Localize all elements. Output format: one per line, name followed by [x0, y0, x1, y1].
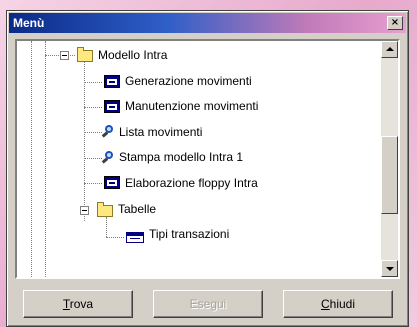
title-bar[interactable]: Menù ×	[9, 13, 406, 33]
tree-item-generazione-movimenti[interactable]: Generazione movimenti	[125, 74, 252, 88]
tree-content: Modello Intra Generazione movimenti Manu…	[17, 41, 381, 277]
arrow-down-icon	[386, 267, 394, 271]
esegui-label: Esegui	[189, 297, 227, 311]
tree-guide-line	[84, 61, 85, 221]
window-title: Menù	[13, 16, 45, 30]
tree-branch-line	[84, 183, 102, 184]
program-icon	[104, 100, 120, 113]
scroll-up-button[interactable]	[381, 41, 398, 58]
tree-guide-line	[106, 217, 107, 237]
chiudi-button[interactable]: Chiudi	[283, 290, 393, 318]
tree-guide-line	[45, 41, 46, 277]
chiudi-label: hiudi	[329, 297, 356, 311]
program-icon	[104, 176, 120, 189]
tree-item-tabelle[interactable]: Tabelle	[118, 202, 156, 216]
collapse-toggle-tabelle[interactable]	[80, 206, 89, 215]
tree-item-manutenzione-movimenti[interactable]: Manutenzione movimenti	[125, 99, 258, 113]
tree-item-stampa-modello-intra-1[interactable]: Stampa modello Intra 1	[119, 150, 243, 164]
trova-label: rova	[69, 297, 94, 311]
esegui-button[interactable]: Esegui	[153, 290, 263, 318]
tree-item-modello-intra[interactable]: Modello Intra	[98, 48, 167, 62]
trova-button[interactable]: Trova	[23, 290, 133, 318]
tree-item-elaborazione-floppy-intra[interactable]: Elaborazione floppy Intra	[125, 176, 258, 190]
search-icon	[100, 125, 116, 139]
chiudi-accelerator: C	[320, 297, 330, 311]
table-icon	[126, 232, 144, 243]
tree-branch-line	[84, 82, 102, 83]
arrow-up-icon	[386, 47, 394, 51]
tree-branch-line	[84, 107, 102, 108]
close-icon: ×	[390, 17, 400, 28]
search-icon	[100, 151, 116, 165]
collapse-toggle-modello-intra[interactable]	[60, 51, 69, 60]
folder-icon	[97, 202, 113, 217]
scroll-thumb[interactable]	[381, 136, 398, 214]
close-button[interactable]: ×	[387, 16, 403, 30]
tree-item-tipi-transazioni[interactable]: Tipi transazioni	[149, 227, 229, 241]
tree-item-lista-movimenti[interactable]: Lista movimenti	[119, 125, 202, 139]
vertical-scrollbar[interactable]	[381, 41, 398, 277]
trova-accelerator: T	[62, 297, 70, 311]
scroll-down-button[interactable]	[381, 260, 398, 277]
menu-tree: Modello Intra Generazione movimenti Manu…	[15, 39, 400, 279]
folder-icon	[77, 47, 93, 62]
tree-guide-line	[31, 41, 32, 277]
menu-window: Menù × Modello Intra Generazione movimen…	[6, 10, 409, 327]
tree-branch-line	[106, 237, 124, 238]
program-icon	[104, 75, 120, 88]
